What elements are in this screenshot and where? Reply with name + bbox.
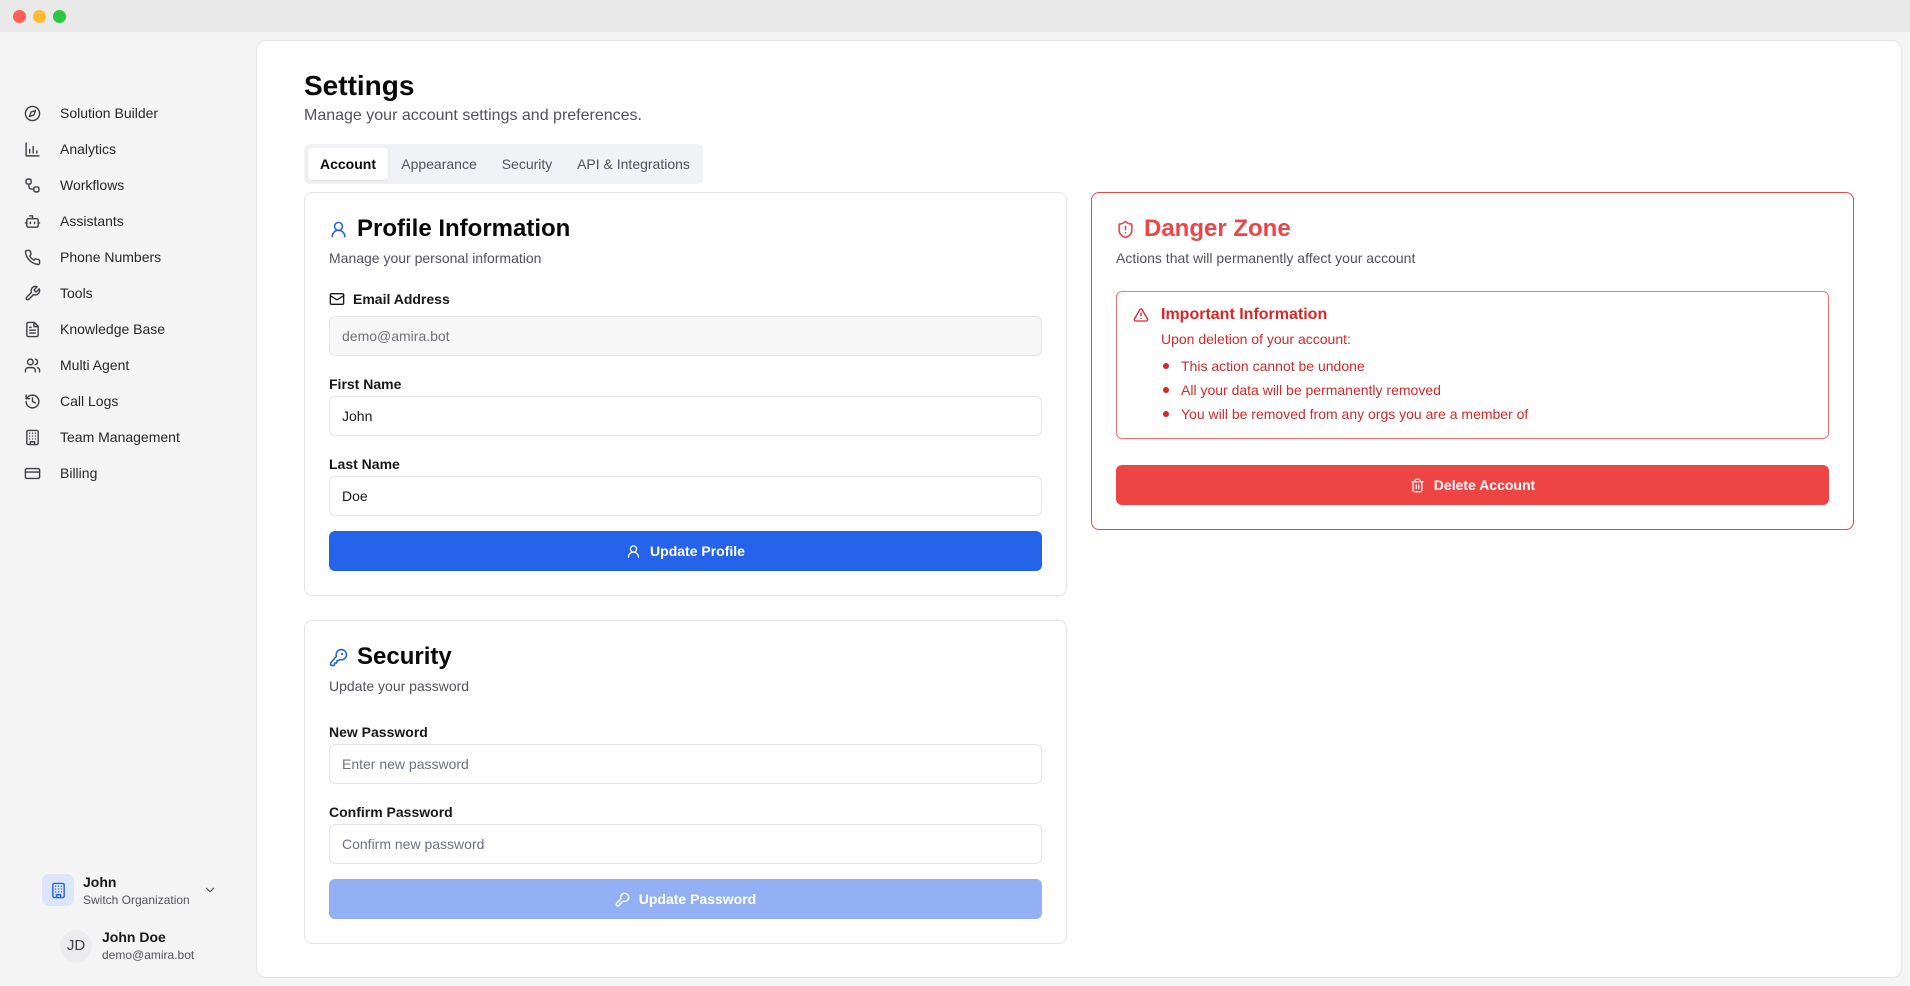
danger-zone-card: Danger Zone Actions that will permanentl… bbox=[1091, 192, 1854, 530]
update-profile-button[interactable]: Update Profile bbox=[329, 531, 1042, 571]
user-email: demo@amira.bot bbox=[102, 948, 195, 962]
organization-switcher[interactable]: John Switch Organization bbox=[42, 868, 217, 912]
history-icon bbox=[25, 393, 40, 409]
tab-api-integrations[interactable]: API & Integrations bbox=[568, 148, 699, 180]
security-card: Security Update your password New Passwo… bbox=[304, 620, 1067, 944]
key-icon bbox=[329, 648, 348, 666]
trash-icon bbox=[1411, 478, 1424, 492]
email-label-text: Email Address bbox=[353, 291, 450, 307]
delete-account-label: Delete Account bbox=[1433, 477, 1536, 493]
tab-appearance[interactable]: Appearance bbox=[392, 148, 486, 180]
new-password-label: New Password bbox=[329, 724, 428, 740]
sidebar-item-label: Multi Agent bbox=[60, 357, 130, 373]
sidebar-item-assistants[interactable]: Assistants bbox=[24, 203, 244, 239]
sidebar-item-label: Knowledge Base bbox=[60, 321, 166, 337]
sidebar-item-label: Phone Numbers bbox=[60, 249, 162, 265]
sidebar-item-workflows[interactable]: Workflows bbox=[24, 167, 244, 203]
credit-card-icon bbox=[24, 467, 41, 479]
tab-security[interactable]: Security bbox=[490, 148, 564, 180]
compass-icon bbox=[24, 105, 41, 121]
sidebar-item-call-logs[interactable]: Call Logs bbox=[24, 383, 244, 419]
sidebar-item-label: Call Logs bbox=[60, 393, 119, 409]
shield-alert-icon bbox=[1118, 220, 1133, 238]
last-name-input[interactable] bbox=[329, 476, 1042, 516]
last-name-label: Last Name bbox=[329, 456, 400, 472]
important-information-subtitle: Upon deletion of your account: bbox=[1161, 331, 1351, 347]
window-titlebar bbox=[0, 0, 1910, 32]
list-item: You will be removed from any orgs you ar… bbox=[1161, 404, 1528, 428]
profile-card: Profile Information Manage your personal… bbox=[304, 192, 1067, 596]
update-password-button[interactable]: Update Password bbox=[329, 879, 1042, 919]
user-profile[interactable]: JD John Doe demo@amira.bot bbox=[60, 929, 194, 962]
delete-account-button[interactable]: Delete Account bbox=[1116, 465, 1829, 505]
mail-icon bbox=[329, 293, 345, 305]
confirm-password-label: Confirm Password bbox=[329, 804, 453, 820]
security-card-title: Security bbox=[357, 643, 452, 670]
window-minimize-button[interactable] bbox=[33, 10, 46, 23]
window-close-button[interactable] bbox=[13, 10, 26, 23]
update-profile-label: Update Profile bbox=[650, 543, 745, 559]
deletion-consequences-list: This action cannot be undone All your da… bbox=[1161, 356, 1528, 428]
sidebar-item-label: Workflows bbox=[60, 177, 125, 193]
sidebar-item-multi-agent[interactable]: Multi Agent bbox=[24, 347, 244, 383]
alert-triangle-icon bbox=[1133, 308, 1149, 322]
sidebar-item-label: Analytics bbox=[60, 141, 117, 157]
sidebar-item-team-management[interactable]: Team Management bbox=[24, 419, 244, 455]
page-title: Settings bbox=[304, 70, 415, 101]
sidebar-item-label: Assistants bbox=[60, 213, 124, 229]
building-icon bbox=[51, 882, 65, 898]
workflow-icon bbox=[25, 177, 40, 193]
profile-card-title: Profile Information bbox=[357, 215, 571, 242]
user-name: John Doe bbox=[102, 929, 166, 945]
sidebar-item-billing[interactable]: Billing bbox=[24, 455, 244, 491]
wrench-icon bbox=[25, 285, 41, 301]
users-icon bbox=[24, 357, 41, 373]
important-information-title: Important Information bbox=[1161, 306, 1328, 323]
email-label: Email Address bbox=[329, 291, 450, 307]
user-icon bbox=[331, 221, 346, 237]
organization-icon bbox=[42, 874, 74, 906]
sidebar-item-analytics[interactable]: Analytics bbox=[24, 131, 244, 167]
first-name-input[interactable] bbox=[329, 396, 1042, 436]
update-password-label: Update Password bbox=[638, 891, 757, 907]
window-maximize-button[interactable] bbox=[53, 10, 66, 23]
list-item: This action cannot be undone bbox=[1161, 356, 1528, 380]
sidebar-nav: Solution Builder Analytics Workflows Ass… bbox=[24, 95, 244, 491]
sidebar-item-label: Team Management bbox=[60, 429, 180, 445]
tab-account[interactable]: Account bbox=[308, 148, 388, 180]
profile-card-subtitle: Manage your personal information bbox=[329, 250, 542, 266]
sidebar-item-label: Solution Builder bbox=[60, 105, 159, 121]
bot-icon bbox=[24, 214, 41, 228]
bar-chart-icon bbox=[25, 141, 40, 157]
file-text-icon bbox=[26, 321, 39, 337]
avatar: JD bbox=[60, 929, 92, 962]
organization-name: John bbox=[83, 873, 117, 890]
organization-subtitle: Switch Organization bbox=[83, 892, 190, 907]
sidebar-item-label: Billing bbox=[60, 465, 98, 481]
building-icon bbox=[26, 429, 39, 445]
sidebar-item-solution-builder[interactable]: Solution Builder bbox=[24, 95, 244, 131]
phone-icon bbox=[24, 249, 41, 265]
page-subtitle: Manage your account settings and prefere… bbox=[304, 107, 642, 124]
user-icon bbox=[627, 544, 640, 558]
sidebar-item-tools[interactable]: Tools bbox=[24, 275, 244, 311]
sidebar-item-knowledge-base[interactable]: Knowledge Base bbox=[24, 311, 244, 347]
danger-zone-title: Danger Zone bbox=[1144, 215, 1291, 242]
first-name-label: First Name bbox=[329, 376, 402, 392]
settings-tabs: Account Appearance Security API & Integr… bbox=[304, 144, 703, 184]
list-item: All your data will be permanently remove… bbox=[1161, 380, 1528, 404]
chevron-down-icon[interactable] bbox=[203, 883, 217, 897]
important-information-box: Important Information Upon deletion of y… bbox=[1116, 291, 1829, 439]
sidebar-item-label: Tools bbox=[60, 285, 93, 301]
danger-zone-subtitle: Actions that will permanently affect you… bbox=[1116, 250, 1416, 266]
new-password-input[interactable] bbox=[329, 744, 1042, 784]
confirm-password-input[interactable] bbox=[329, 824, 1042, 864]
key-icon bbox=[615, 892, 630, 906]
security-card-subtitle: Update your password bbox=[329, 678, 470, 694]
sidebar-item-phone-numbers[interactable]: Phone Numbers bbox=[24, 239, 244, 275]
email-field[interactable] bbox=[329, 316, 1042, 356]
